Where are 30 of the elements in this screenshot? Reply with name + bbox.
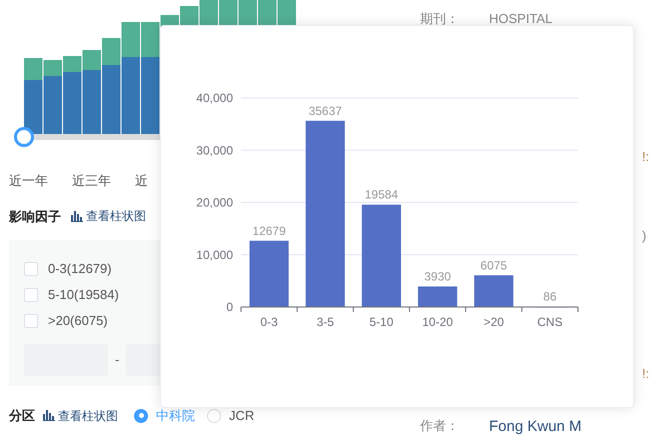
checkbox-label: 5-10(19584) — [48, 286, 119, 304]
detail-value: Fong Kwun M — [489, 417, 582, 437]
x-tick-label: 10-20 — [422, 315, 453, 329]
bar-value-label: 12679 — [252, 224, 286, 238]
y-tick-label: 20,000 — [196, 196, 233, 210]
checkbox-label: 0-3(12679) — [48, 260, 112, 278]
section-title: 影响因子 — [9, 208, 61, 226]
x-tick-label: 5-10 — [369, 315, 394, 329]
y-tick-label: 40,000 — [196, 91, 233, 105]
y-tick-label: 10,000 — [196, 248, 233, 262]
x-tick-label: >20 — [484, 315, 504, 329]
bar-value-label: 6075 — [480, 258, 508, 272]
detail-label: 作者： — [420, 417, 459, 435]
text-fragment: !: — [642, 148, 650, 166]
y-tick-label: 30,000 — [196, 143, 233, 158]
section-title: 分区 — [9, 407, 35, 425]
detail-label: 期刊： — [420, 10, 459, 28]
x-tick-label: 0-3 — [260, 315, 278, 329]
detail-value: HOSPITAL — [489, 10, 552, 28]
x-tick-label: 3-5 — [316, 315, 334, 329]
checkbox-label: >20(6075) — [48, 312, 108, 330]
text-fragment: ) — [642, 227, 646, 245]
bar-value-label: 19584 — [364, 188, 398, 202]
bar-value-label: 3930 — [424, 269, 451, 284]
x-tick-label: CNS — [537, 315, 563, 329]
text-fragment: !: — [642, 365, 650, 383]
range-separator: - — [115, 351, 120, 370]
bar-value-label: 35637 — [308, 104, 342, 118]
y-tick-label: 0 — [226, 300, 233, 314]
bar-value-label: 86 — [543, 290, 557, 304]
